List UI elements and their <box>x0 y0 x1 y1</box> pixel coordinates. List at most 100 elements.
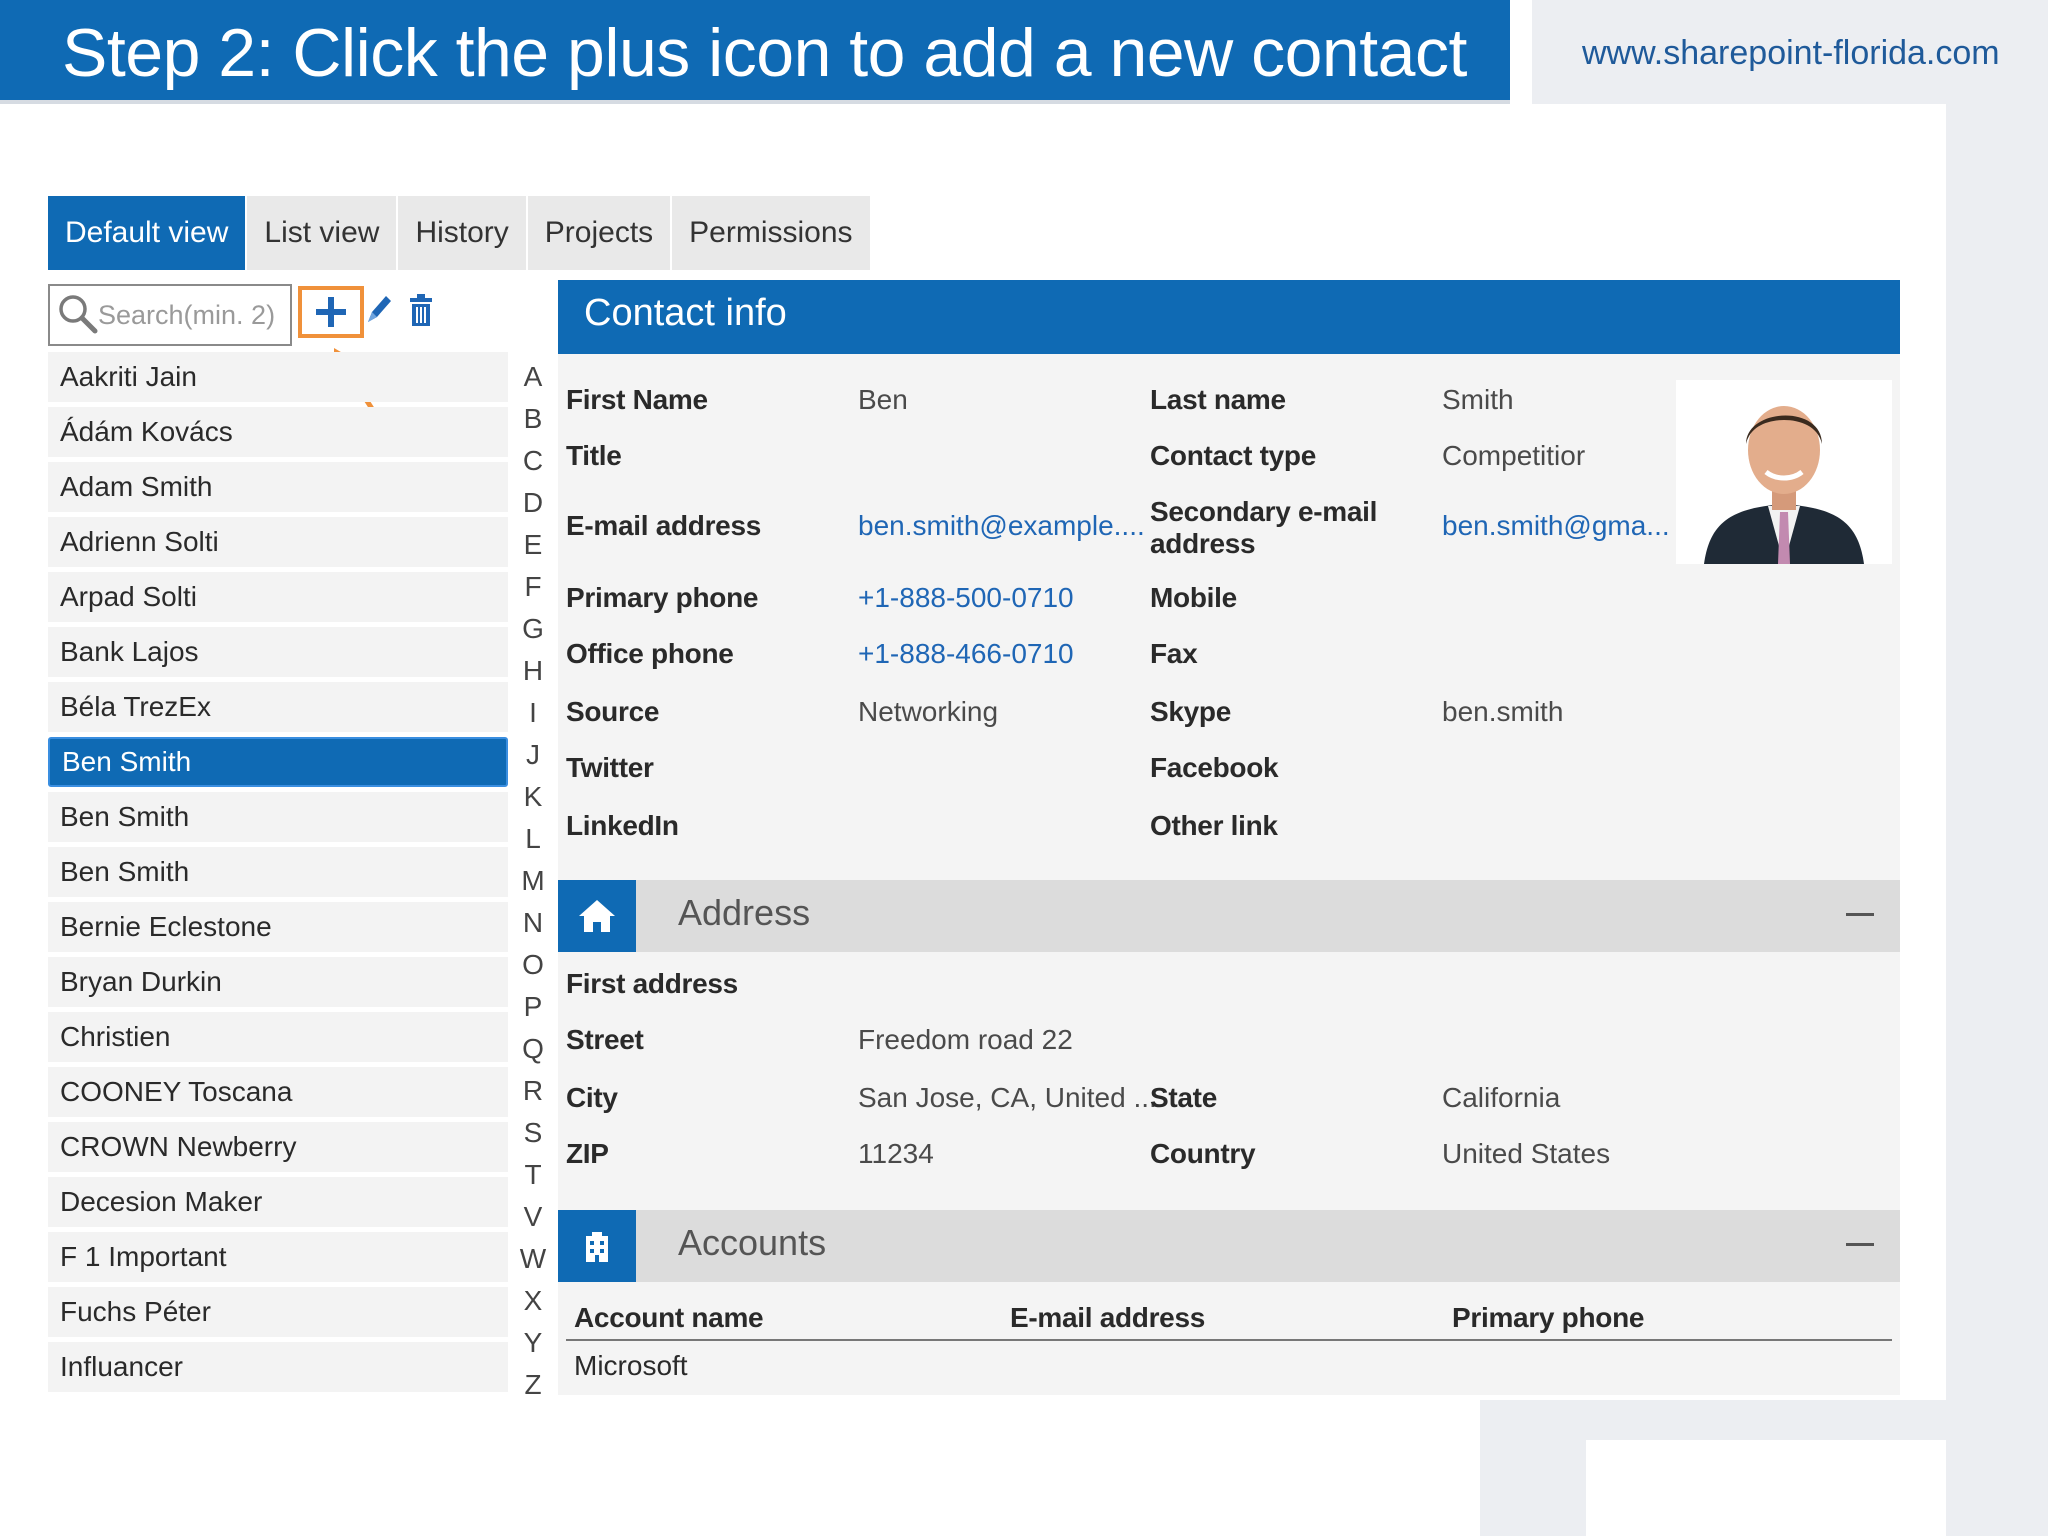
alphabet-index: A B C D E F G H I J K L M N O P Q R S T … <box>514 356 552 1406</box>
alpha-letter[interactable]: R <box>514 1070 552 1112</box>
alpha-letter[interactable]: A <box>514 356 552 398</box>
alpha-letter[interactable]: I <box>514 692 552 734</box>
accounts-column-header[interactable]: Primary phone <box>1452 1302 1644 1334</box>
alpha-letter[interactable]: B <box>514 398 552 440</box>
address-section-title: Address <box>678 892 811 933</box>
email-label: E-mail address <box>566 510 761 541</box>
tab-list-view[interactable]: List view <box>247 196 399 270</box>
secondary-email-label: Secondary e-mail <box>1150 496 1378 527</box>
minus-icon <box>1846 1242 1874 1246</box>
alpha-letter[interactable]: Z <box>514 1364 552 1406</box>
fax-label: Fax <box>1150 638 1198 669</box>
tab-default-view[interactable]: Default view <box>48 196 248 270</box>
alpha-letter[interactable]: T <box>514 1154 552 1196</box>
contact-photo-image <box>1676 380 1892 564</box>
other-link-label: Other link <box>1150 810 1278 841</box>
address-section-header[interactable]: Address <box>558 880 1900 952</box>
alpha-letter[interactable]: G <box>514 608 552 650</box>
trash-icon[interactable] <box>408 292 434 328</box>
alpha-letter[interactable]: K <box>514 776 552 818</box>
contact-list-item[interactable]: Béla TrezEx <box>48 682 508 732</box>
contact-list-item[interactable]: CROWN Newberry <box>48 1122 508 1172</box>
alpha-letter[interactable]: X <box>514 1280 552 1322</box>
alpha-letter[interactable]: F <box>514 566 552 608</box>
contact-list-item-selected[interactable]: Ben Smith <box>48 737 508 787</box>
contact-type-label: Contact type <box>1150 440 1316 471</box>
contact-list-item[interactable]: Christien <box>48 1012 508 1062</box>
facebook-label: Facebook <box>1150 752 1279 783</box>
search-icon <box>59 295 98 334</box>
alpha-letter[interactable]: P <box>514 986 552 1028</box>
alpha-letter[interactable]: Y <box>514 1322 552 1364</box>
email-link[interactable]: ben.smith@example.... <box>858 510 1145 542</box>
contact-list-item[interactable]: Adam Smith <box>48 462 508 512</box>
contact-list-item[interactable]: Influancer <box>48 1342 508 1392</box>
alpha-letter[interactable]: Q <box>514 1028 552 1070</box>
accounts-column-header[interactable]: E-mail address <box>1010 1302 1205 1334</box>
contact-list-item[interactable]: Fuchs Péter <box>48 1287 508 1337</box>
alpha-letter[interactable]: L <box>514 818 552 860</box>
alpha-letter[interactable]: V <box>514 1196 552 1238</box>
minus-icon <box>1846 912 1874 916</box>
slide-side-panel <box>1946 0 2048 1536</box>
alpha-letter[interactable]: H <box>514 650 552 692</box>
contact-list-item[interactable]: Adrienn Solti <box>48 517 508 567</box>
accounts-collapse-button[interactable] <box>1840 1224 1880 1264</box>
alpha-letter[interactable]: N <box>514 902 552 944</box>
contact-photo <box>1676 380 1892 564</box>
secondary-email-link[interactable]: ben.smith@gma... <box>1442 510 1670 542</box>
contact-list-item[interactable]: Decesion Maker <box>48 1177 508 1227</box>
accounts-section-header[interactable]: Accounts <box>558 1210 1900 1282</box>
contact-list-item[interactable]: Bernie Eclestone <box>48 902 508 952</box>
contact-list-item[interactable]: Ben Smith <box>48 847 508 897</box>
first-name-value: Ben <box>858 384 908 415</box>
alpha-letter[interactable]: D <box>514 482 552 524</box>
zip-value: 11234 <box>858 1138 934 1169</box>
primary-phone-label: Primary phone <box>566 582 759 613</box>
contact-list-item[interactable]: Arpad Solti <box>48 572 508 622</box>
contact-list-item[interactable]: Ben Smith <box>48 792 508 842</box>
plus-icon <box>316 297 346 327</box>
office-phone-link[interactable]: +1-888-466-0710 <box>858 638 1074 670</box>
contact-list-item[interactable]: Bank Lajos <box>48 627 508 677</box>
accounts-column-header[interactable]: Account name <box>574 1302 764 1334</box>
site-url: www.sharepoint-florida.com <box>1582 34 2000 72</box>
tab-history[interactable]: History <box>398 196 528 270</box>
city-value: San Jose, CA, United ... <box>858 1082 1157 1113</box>
tab-projects[interactable]: Projects <box>528 196 673 270</box>
title-banner-shadow <box>0 100 1510 104</box>
alpha-letter[interactable]: C <box>514 440 552 482</box>
search-input[interactable] <box>98 292 286 338</box>
alpha-letter[interactable]: E <box>514 524 552 566</box>
contact-list: Aakriti Jain Ádám Kovács Adam Smith Adri… <box>48 352 508 1397</box>
secondary-email-label-line2: address <box>1150 528 1256 559</box>
alpha-letter[interactable]: M <box>514 860 552 902</box>
alpha-letter[interactable]: J <box>514 734 552 776</box>
primary-phone-link[interactable]: +1-888-500-0710 <box>858 582 1074 614</box>
address-collapse-button[interactable] <box>1840 894 1880 934</box>
contact-list-item[interactable]: Ádám Kovács <box>48 407 508 457</box>
contact-list-item[interactable]: Aakriti Jain <box>48 352 508 402</box>
last-name-value: Smith <box>1442 384 1514 415</box>
accounts-header-divider <box>566 1339 1892 1341</box>
slide-title: Step 2: Click the plus icon to add a new… <box>62 15 1467 91</box>
alpha-letter[interactable]: W <box>514 1238 552 1280</box>
state-value: California <box>1442 1082 1561 1113</box>
country-label: Country <box>1150 1138 1256 1169</box>
contact-list-item[interactable]: F 1 Important <box>48 1232 508 1282</box>
account-name-cell[interactable]: Microsoft <box>574 1350 688 1382</box>
contact-list-item[interactable]: Bryan Durkin <box>48 957 508 1007</box>
street-label: Street <box>566 1024 644 1055</box>
zip-label: ZIP <box>566 1138 609 1169</box>
skype-label: Skype <box>1150 696 1231 727</box>
office-phone-label: Office phone <box>566 638 734 669</box>
alpha-letter[interactable]: S <box>514 1112 552 1154</box>
tab-permissions[interactable]: Permissions <box>672 196 872 270</box>
pencil-icon[interactable] <box>364 292 394 328</box>
contact-list-item[interactable]: COONEY Toscana <box>48 1067 508 1117</box>
state-label: State <box>1150 1082 1217 1113</box>
slide: Step 2: Click the plus icon to add a new… <box>0 0 2048 1536</box>
add-contact-button[interactable] <box>298 286 364 338</box>
alpha-letter[interactable]: O <box>514 944 552 986</box>
source-value: Networking <box>858 696 999 727</box>
